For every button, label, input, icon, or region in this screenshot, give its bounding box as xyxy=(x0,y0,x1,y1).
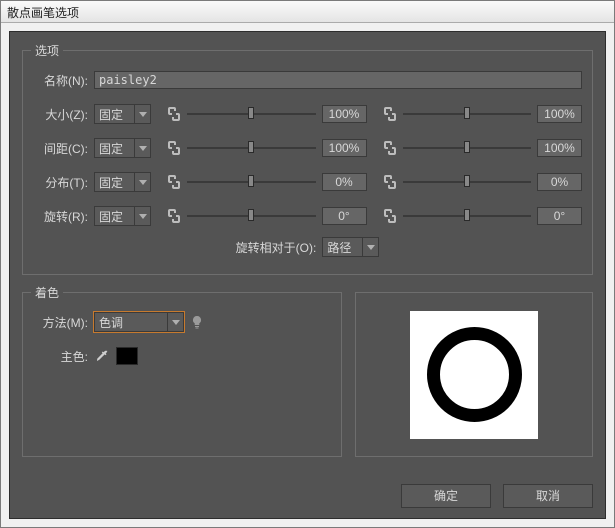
options-group: 选项 名称(N): 大小(Z):固定100%100%间距(C):固定100%10… xyxy=(22,50,593,275)
dialog-window: 散点画笔选项 选项 名称(N): 大小(Z): 固定 100% 100% 间距(C): 固… xyxy=(0,0,615,528)
link-icon[interactable] xyxy=(383,208,397,224)
link-icon[interactable] xyxy=(167,106,181,122)
method-value: 色调 xyxy=(95,314,167,331)
rotation-relative-value: 路径 xyxy=(323,239,362,256)
chevron-down-icon xyxy=(134,207,150,225)
param-slider-2[interactable] xyxy=(403,173,532,191)
param-mode-select[interactable]: 固定 xyxy=(94,206,151,226)
param-mode-select[interactable]: 固定 xyxy=(94,104,151,124)
name-row: 名称(N): xyxy=(33,67,582,93)
param-mode-value: 固定 xyxy=(95,208,134,225)
link-icon[interactable] xyxy=(383,140,397,156)
param-slider-1[interactable] xyxy=(187,173,316,191)
cancel-button[interactable]: 取消 xyxy=(503,484,593,508)
chevron-down-icon xyxy=(134,139,150,157)
chevron-down-icon xyxy=(134,105,150,123)
rotation-relative-label: 旋转相对于(O): xyxy=(236,239,317,256)
tip-icon[interactable] xyxy=(190,315,204,329)
param-value-1[interactable]: 0° xyxy=(322,207,367,225)
colorization-group: 着色 方法(M): 色调 主色: xyxy=(22,292,342,457)
options-legend: 选项 xyxy=(31,42,63,59)
dialog-body: 选项 名称(N): 大小(Z): 固定 100% 100% 间距(C): 固定 100% 10… xyxy=(9,31,606,519)
method-select[interactable]: 色调 xyxy=(94,312,184,332)
window-title: 散点画笔选项 xyxy=(7,6,79,20)
dialog-buttons: 确定 取消 xyxy=(401,484,593,508)
param-slider-2[interactable] xyxy=(403,139,532,157)
param-slider-1[interactable] xyxy=(187,139,316,157)
param-value-2[interactable]: 0° xyxy=(537,207,582,225)
method-row: 方法(M): 色调 xyxy=(33,309,331,335)
chevron-down-icon xyxy=(167,313,183,331)
param-value-1[interactable]: 100% xyxy=(322,139,367,157)
param-mode-select[interactable]: 固定 xyxy=(94,172,151,192)
param-value-2[interactable]: 100% xyxy=(537,105,582,123)
param-value-2[interactable]: 100% xyxy=(537,139,582,157)
method-label: 方法(M): xyxy=(33,314,88,331)
param-row: 间距(C): 固定 100% 100% xyxy=(33,135,582,161)
keycolor-label: 主色: xyxy=(33,348,88,365)
param-row: 大小(Z): 固定 100% 100% xyxy=(33,101,582,127)
link-icon[interactable] xyxy=(383,174,397,190)
param-value-1[interactable]: 100% xyxy=(322,105,367,123)
param-slider-1[interactable] xyxy=(187,105,316,123)
eyedropper-icon[interactable] xyxy=(94,348,110,364)
param-slider-2[interactable] xyxy=(403,207,532,225)
titlebar: 散点画笔选项 xyxy=(1,1,614,23)
preview-group xyxy=(355,292,593,457)
brush-preview xyxy=(410,311,538,439)
param-label: 间距(C): xyxy=(33,140,88,157)
param-label: 大小(Z): xyxy=(33,106,88,123)
name-input[interactable] xyxy=(94,71,582,89)
param-label: 旋转(R): xyxy=(33,208,88,225)
param-row: 旋转(R): 固定 0° 0° xyxy=(33,203,582,229)
rotation-relative-row: 旋转相对于(O): 路径 xyxy=(23,237,592,257)
param-mode-value: 固定 xyxy=(95,174,134,191)
link-icon[interactable] xyxy=(383,106,397,122)
chevron-down-icon xyxy=(134,173,150,191)
param-label: 分布(T): xyxy=(33,174,88,191)
link-icon[interactable] xyxy=(167,174,181,190)
keycolor-swatch[interactable] xyxy=(116,347,138,365)
param-mode-select[interactable]: 固定 xyxy=(94,138,151,158)
param-value-1[interactable]: 0% xyxy=(322,173,367,191)
colorization-legend: 着色 xyxy=(31,284,63,301)
param-slider-2[interactable] xyxy=(403,105,532,123)
param-row: 分布(T): 固定 0% 0% xyxy=(33,169,582,195)
param-mode-value: 固定 xyxy=(95,140,134,157)
param-value-2[interactable]: 0% xyxy=(537,173,582,191)
keycolor-row: 主色: xyxy=(33,343,331,369)
name-label: 名称(N): xyxy=(33,72,88,89)
rotation-relative-select[interactable]: 路径 xyxy=(322,237,379,257)
preview-shape xyxy=(427,327,522,422)
ok-button[interactable]: 确定 xyxy=(401,484,491,508)
link-icon[interactable] xyxy=(167,208,181,224)
param-mode-value: 固定 xyxy=(95,106,134,123)
chevron-down-icon xyxy=(362,238,378,256)
param-slider-1[interactable] xyxy=(187,207,316,225)
link-icon[interactable] xyxy=(167,140,181,156)
